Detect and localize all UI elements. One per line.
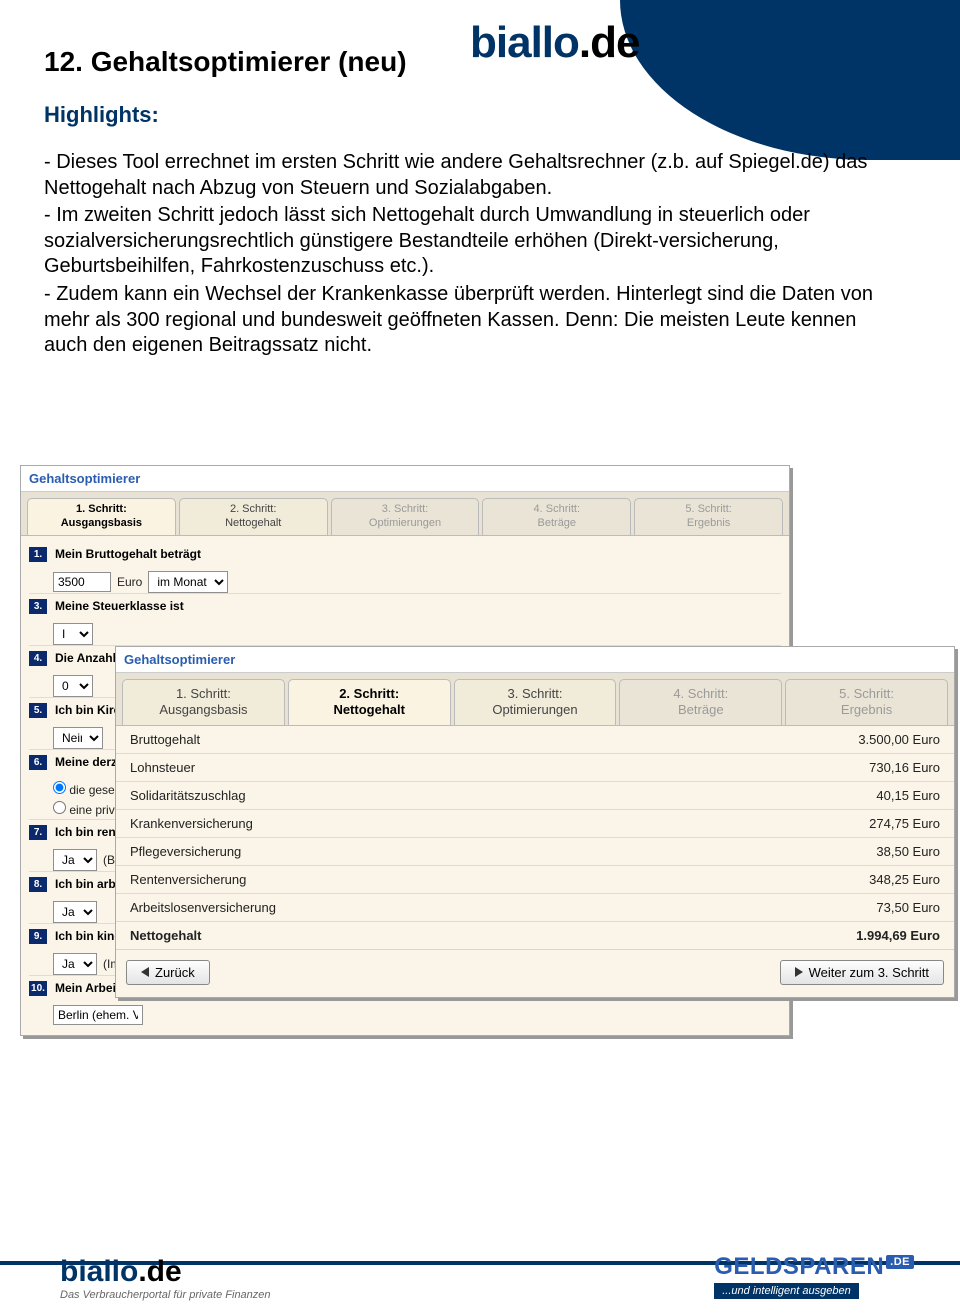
renten-select[interactable]: Ja (53, 849, 97, 871)
q-num: 4. (29, 651, 47, 666)
tab[interactable]: 1. Schritt:Ausgangsbasis (122, 679, 285, 725)
result-value: 730,16 Euro (869, 760, 940, 775)
tab: 5. Schritt:Ergebnis (785, 679, 948, 725)
kinder2-select[interactable]: Ja (53, 953, 97, 975)
footer-logo-biallo: biallo (60, 1255, 138, 1288)
para-1: - Dieses Tool errechnet im ersten Schrit… (44, 150, 874, 201)
result-value: 73,50 Euro (876, 900, 940, 915)
result-value: 40,15 Euro (876, 788, 940, 803)
results-table: Bruttogehalt 3.500,00 Euro Lohnsteuer 730,1… (116, 726, 954, 949)
result-label: Krankenversicherung (130, 816, 253, 831)
tab: 4. Schritt:Beträge (482, 498, 631, 535)
footer-tagline-left: Das Verbraucherportal für private Finanz… (60, 1289, 271, 1301)
tab: 4. Schritt:Beträge (619, 679, 782, 725)
footer-left: biallo.de Das Verbraucherportal für priv… (60, 1255, 271, 1301)
result-label: Nettogehalt (130, 928, 202, 943)
footer-tagline-right: ...und intelligent ausgeben (714, 1283, 858, 1299)
tab: 3. Schritt:Optimierungen (331, 498, 480, 535)
period-select[interactable]: im Monat (148, 571, 228, 593)
para-2: - Im zweiten Schritt jedoch lässt sich N… (44, 203, 874, 280)
result-row: Arbeitslosenversicherung 73,50 Euro (116, 893, 954, 921)
q-num: 6. (29, 755, 47, 770)
footer-logo-de: .de (138, 1255, 181, 1288)
result-row: Rentenversicherung 348,25 Euro (116, 865, 954, 893)
result-label: Solidaritätszuschlag (130, 788, 246, 803)
kirche-select[interactable]: Nein (53, 727, 103, 749)
result-label: Pflegeversicherung (130, 844, 241, 859)
result-label: Rentenversicherung (130, 872, 246, 887)
page-footer: biallo.de Das Verbraucherportal für priv… (0, 1203, 960, 1313)
q-num: 8. (29, 877, 47, 892)
unit-euro: Euro (117, 575, 142, 589)
result-value: 348,25 Euro (869, 872, 940, 887)
tab[interactable]: 2. Schritt:Nettogehalt (179, 498, 328, 535)
footer-right: GELDSPAREN.DE ...und intelligent ausgebe… (714, 1253, 914, 1299)
result-value: 274,75 Euro (869, 816, 940, 831)
taxclass-select[interactable]: I (53, 623, 93, 645)
next-button[interactable]: Weiter zum 3. Schritt (780, 960, 944, 985)
window-title: Gehaltsoptimierer (116, 647, 954, 673)
tabbar-step2: 1. Schritt:Ausgangsbasis2. Schritt:Netto… (116, 673, 954, 726)
biallo-logo: biallo.de (470, 18, 639, 68)
tab[interactable]: 2. Schritt:Nettogehalt (288, 679, 451, 725)
result-row: Pflegeversicherung 38,50 Euro (116, 837, 954, 865)
q-num: 9. (29, 929, 47, 944)
tab[interactable]: 3. Schritt:Optimierungen (454, 679, 617, 725)
q-num: 3. (29, 599, 47, 614)
result-value: 38,50 Euro (876, 844, 940, 859)
result-value: 3.500,00 Euro (858, 732, 940, 747)
arrow-left-icon (141, 967, 149, 977)
logo-text-de: .de (579, 18, 640, 67)
arbeits-select[interactable]: Ja (53, 901, 97, 923)
arbeitsort-input[interactable] (53, 1005, 143, 1025)
q-num: 5. (29, 703, 47, 718)
tab: 5. Schritt:Ergebnis (634, 498, 783, 535)
window-step2: Gehaltsoptimierer 1. Schritt:Ausgangsbas… (115, 646, 955, 998)
body-text: - Dieses Tool errechnet im ersten Schrit… (44, 150, 924, 359)
result-row: Bruttogehalt 3.500,00 Euro (116, 726, 954, 753)
result-value: 1.994,69 Euro (856, 928, 940, 943)
tabbar-step1: 1. Schritt:Ausgangsbasis2. Schritt:Netto… (21, 492, 789, 536)
result-label: Arbeitslosenversicherung (130, 900, 276, 915)
q-label: Mein Bruttogehalt beträgt (55, 547, 201, 561)
q-num: 10. (29, 981, 47, 996)
window-title: Gehaltsoptimierer (21, 466, 789, 492)
arrow-right-icon (795, 967, 803, 977)
tab[interactable]: 1. Schritt:Ausgangsbasis (27, 498, 176, 535)
result-label: Bruttogehalt (130, 732, 200, 747)
brutto-input[interactable] (53, 572, 111, 592)
result-label: Lohnsteuer (130, 760, 195, 775)
para-3: - Zudem kann ein Wechsel der Krankenkass… (44, 282, 874, 359)
highlights-label: Highlights: (44, 102, 924, 128)
kinder-select[interactable]: 0 (53, 675, 93, 697)
geldsparen-logo: GELDSPAREN.DE (714, 1253, 914, 1281)
q-num: 7. (29, 825, 47, 840)
result-row: Nettogehalt 1.994,69 Euro (116, 921, 954, 949)
logo-text-biallo: biallo (470, 18, 579, 67)
back-button[interactable]: Zurück (126, 960, 210, 985)
result-row: Solidaritätszuschlag 40,15 Euro (116, 781, 954, 809)
result-row: Lohnsteuer 730,16 Euro (116, 753, 954, 781)
q-label: Meine Steuerklasse ist (55, 599, 184, 613)
q-num: 1. (29, 547, 47, 562)
result-row: Krankenversicherung 274,75 Euro (116, 809, 954, 837)
